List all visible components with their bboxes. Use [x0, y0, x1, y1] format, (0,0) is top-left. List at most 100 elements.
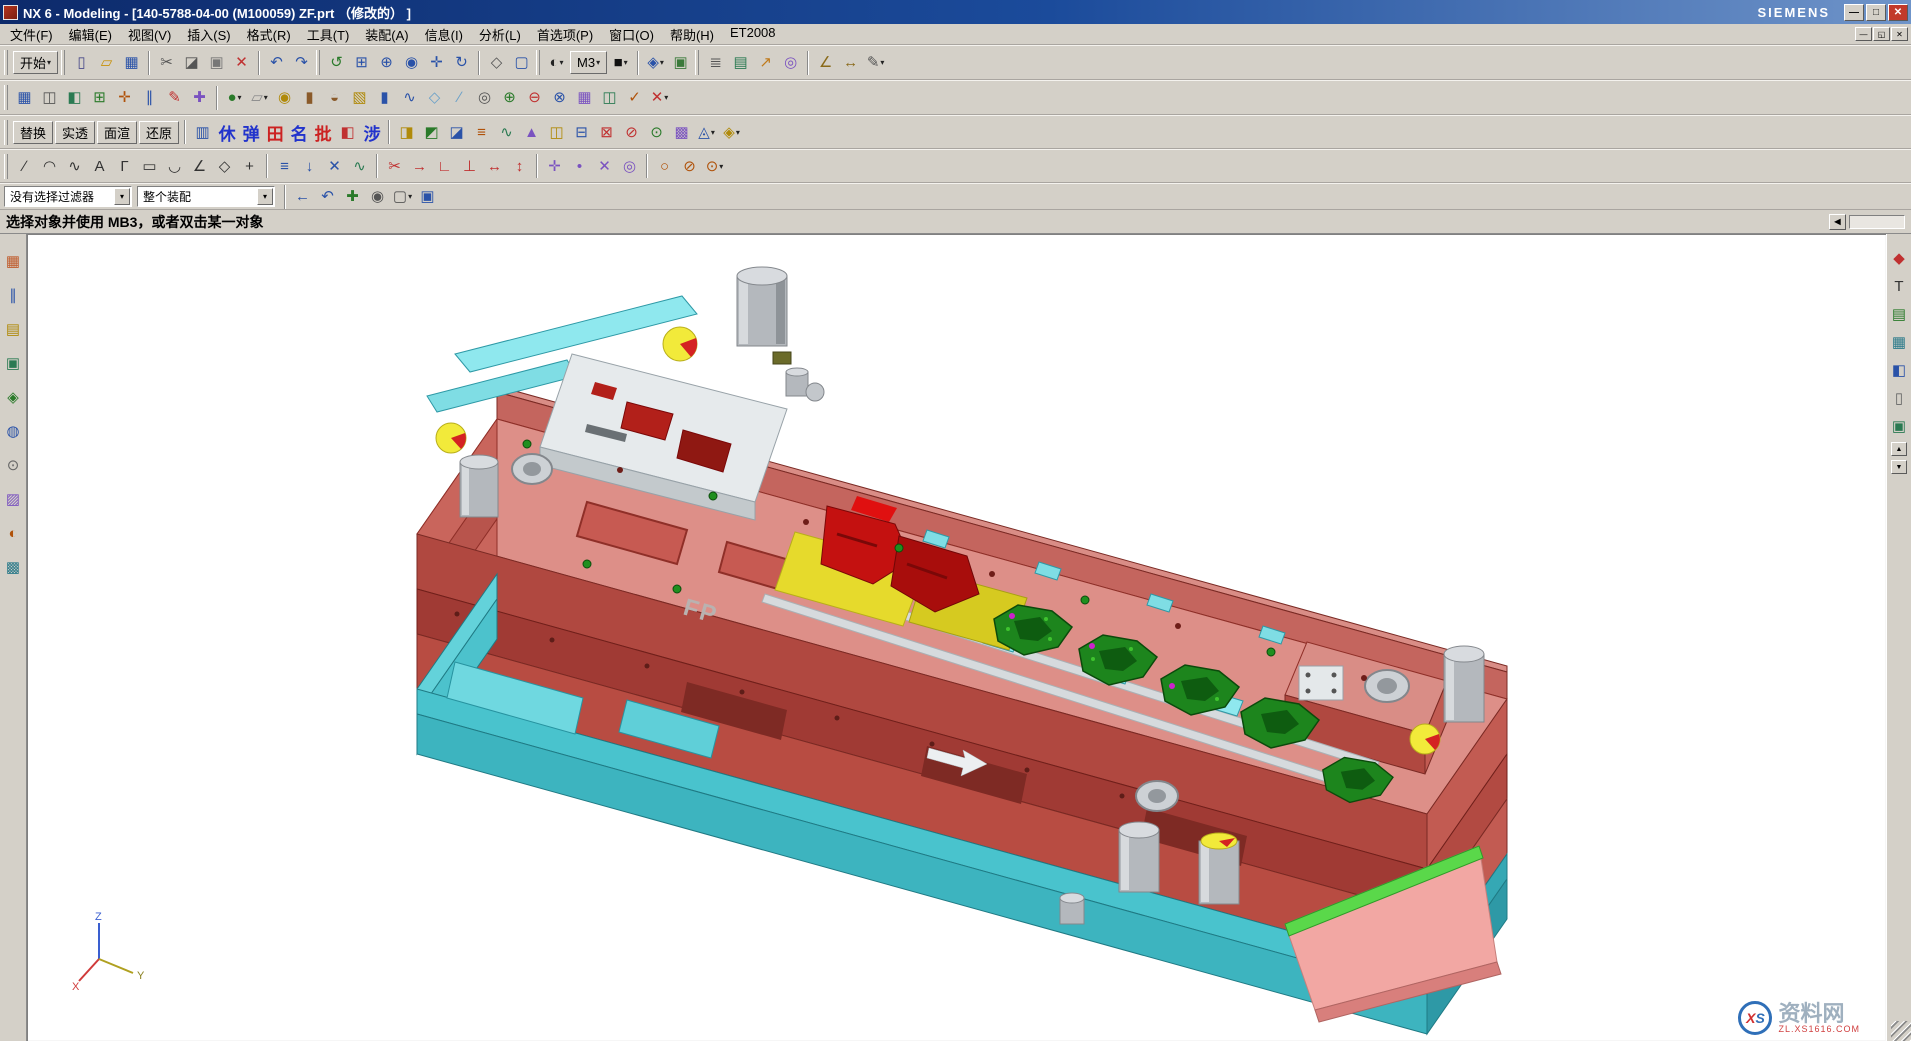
toolbar-grip[interactable]: [61, 50, 65, 75]
unsuppress-feature-button[interactable]: ◩: [419, 120, 444, 145]
zoom-in-button[interactable]: ⊕: [374, 50, 399, 75]
paste-button[interactable]: ▣: [204, 50, 229, 75]
delete-button[interactable]: ✕: [229, 50, 254, 75]
constraint-navigator-tab[interactable]: ∥: [2, 284, 24, 306]
delete-feature-dropdown[interactable]: ✕▾: [647, 85, 672, 110]
window-cascade-button[interactable]: ◫: [37, 85, 62, 110]
line-tool-button[interactable]: ∕: [12, 154, 37, 179]
revolve-button[interactable]: ◒: [322, 85, 347, 110]
measure-angle-button[interactable]: ∠: [813, 50, 838, 75]
char-she-button[interactable]: 涉: [360, 120, 384, 145]
circle-center-dropdown[interactable]: ⊙▾: [702, 154, 727, 179]
snapshot-button[interactable]: ▣: [668, 50, 693, 75]
datum-axis-button[interactable]: ∕: [447, 85, 472, 110]
expression-button[interactable]: ≡: [469, 120, 494, 145]
sketch-button[interactable]: ◉: [272, 85, 297, 110]
circle-tool-button[interactable]: ○: [652, 154, 677, 179]
replace-button[interactable]: 替换: [13, 121, 53, 144]
plane-dialog-dropdown[interactable]: ▱▾: [247, 85, 272, 110]
save-button[interactable]: ▦: [119, 50, 144, 75]
orient-view-dropdown[interactable]: ◈▾: [643, 50, 668, 75]
circle-diameter-button[interactable]: ⊘: [677, 154, 702, 179]
offset-face-button[interactable]: ◫: [544, 120, 569, 145]
menu-information[interactable]: 信息(I): [417, 24, 471, 45]
edit-sketch-button[interactable]: ✎: [162, 85, 187, 110]
more-tools-dropdown[interactable]: ◈▾: [719, 120, 744, 145]
rotate-view-button[interactable]: ↻: [449, 50, 474, 75]
resize-face-button[interactable]: ⊙: [644, 120, 669, 145]
datum-plane-button[interactable]: ◇: [422, 85, 447, 110]
block-button[interactable]: ▧: [347, 85, 372, 110]
toolbar-grip[interactable]: [4, 50, 8, 75]
zoom-button[interactable]: ◉: [399, 50, 424, 75]
utility-tool-tab[interactable]: ▣: [1889, 416, 1909, 436]
intersection-point-button[interactable]: ✕: [592, 154, 617, 179]
restore-button[interactable]: 还原: [139, 121, 179, 144]
redo-button[interactable]: ↷: [289, 50, 314, 75]
text-tool-button[interactable]: A: [87, 154, 112, 179]
fillet-tool-button[interactable]: ◡: [162, 154, 187, 179]
selection-scope-dropdown[interactable]: 整个装配▾: [137, 186, 275, 207]
viewport-3d-model[interactable]: FP: [27, 234, 1886, 1041]
menu-insert[interactable]: 插入(S): [179, 24, 238, 45]
chamfer-tool-button[interactable]: ∠: [187, 154, 212, 179]
menu-help[interactable]: 帮助(H): [662, 24, 722, 45]
edit-feature-button[interactable]: ✓: [622, 85, 647, 110]
show-hide-button[interactable]: ◎: [778, 50, 803, 75]
copy-button[interactable]: ◪: [179, 50, 204, 75]
layer-settings-button[interactable]: ≣: [703, 50, 728, 75]
move-object-button[interactable]: ↗: [753, 50, 778, 75]
explode-assembly-button[interactable]: ✚: [187, 85, 212, 110]
menu-et2008[interactable]: ET2008: [722, 24, 784, 45]
move-face-button[interactable]: ⊠: [594, 120, 619, 145]
add-component-button[interactable]: ⊞: [87, 85, 112, 110]
point-tool-button[interactable]: +: [237, 154, 262, 179]
polygon-tool-button[interactable]: ◇: [212, 154, 237, 179]
cut-button[interactable]: ✂: [154, 50, 179, 75]
spline-tool-button[interactable]: ∿: [62, 154, 87, 179]
project-curve-button[interactable]: ↓: [297, 154, 322, 179]
start-menu-button[interactable]: 开始▾: [13, 51, 58, 74]
selection-filter-dropdown[interactable]: 没有选择过滤器▾: [4, 186, 132, 207]
shaded-display-button[interactable]: ◐▾: [544, 50, 569, 75]
menu-edit[interactable]: 编辑(E): [61, 24, 120, 45]
assembly-constraints-button[interactable]: ∥: [137, 85, 162, 110]
new-file-button[interactable]: ▯: [69, 50, 94, 75]
render-style-dropdown[interactable]: M3▾: [570, 51, 607, 74]
promote-body-button[interactable]: ▲: [519, 120, 544, 145]
pattern-feature-button[interactable]: ▦: [572, 85, 597, 110]
maximize-button[interactable]: □: [1866, 4, 1886, 21]
menu-tools[interactable]: 工具(T): [299, 24, 358, 45]
menu-file[interactable]: 文件(F): [2, 24, 61, 45]
sync-modeling-dropdown[interactable]: ◬▾: [694, 120, 719, 145]
replace-face-button[interactable]: ⊟: [569, 120, 594, 145]
translucency-button[interactable]: 实透: [55, 121, 95, 144]
menu-window[interactable]: 窗口(O): [601, 24, 662, 45]
wave-link-button[interactable]: ∿: [494, 120, 519, 145]
graphics-viewport[interactable]: FP Z X Y X S 资料网 ZL.XS1616.COM: [27, 234, 1886, 1041]
hole-button[interactable]: ◎: [472, 85, 497, 110]
red-cube-button[interactable]: ◧: [335, 120, 360, 145]
hd3d-tools-tab[interactable]: ◈: [2, 386, 24, 408]
child-restore-button[interactable]: ◱: [1873, 27, 1890, 41]
assemblies-button[interactable]: ▦: [12, 85, 37, 110]
offset-curve-button[interactable]: ≡: [272, 154, 297, 179]
point-dialog-dropdown[interactable]: ●▾: [222, 85, 247, 110]
fit-window-button[interactable]: ⊞: [349, 50, 374, 75]
unite-button[interactable]: ⊕: [497, 85, 522, 110]
delete-face-button[interactable]: ⊘: [619, 120, 644, 145]
char-tan-button[interactable]: 弹: [239, 120, 263, 145]
visible-layers-button[interactable]: ▤: [728, 50, 753, 75]
arc-tool-button[interactable]: ◠: [37, 154, 62, 179]
quick-extend-button[interactable]: →: [407, 154, 432, 179]
geometric-constraints-button[interactable]: ⊥: [457, 154, 482, 179]
snap-point-button[interactable]: ✛: [542, 154, 567, 179]
cylinder-button[interactable]: ▮: [372, 85, 397, 110]
toolbar-grip[interactable]: [695, 50, 699, 75]
cue-scroll-left-button[interactable]: ◀: [1829, 214, 1846, 230]
background-color-dropdown[interactable]: ■▾: [608, 50, 633, 75]
dimension-button[interactable]: ↔: [482, 154, 507, 179]
rail-scroll-up-button[interactable]: ▲: [1891, 442, 1907, 456]
reuse-library-tab[interactable]: ▣: [2, 352, 24, 374]
char-ming-button[interactable]: 名: [287, 120, 311, 145]
